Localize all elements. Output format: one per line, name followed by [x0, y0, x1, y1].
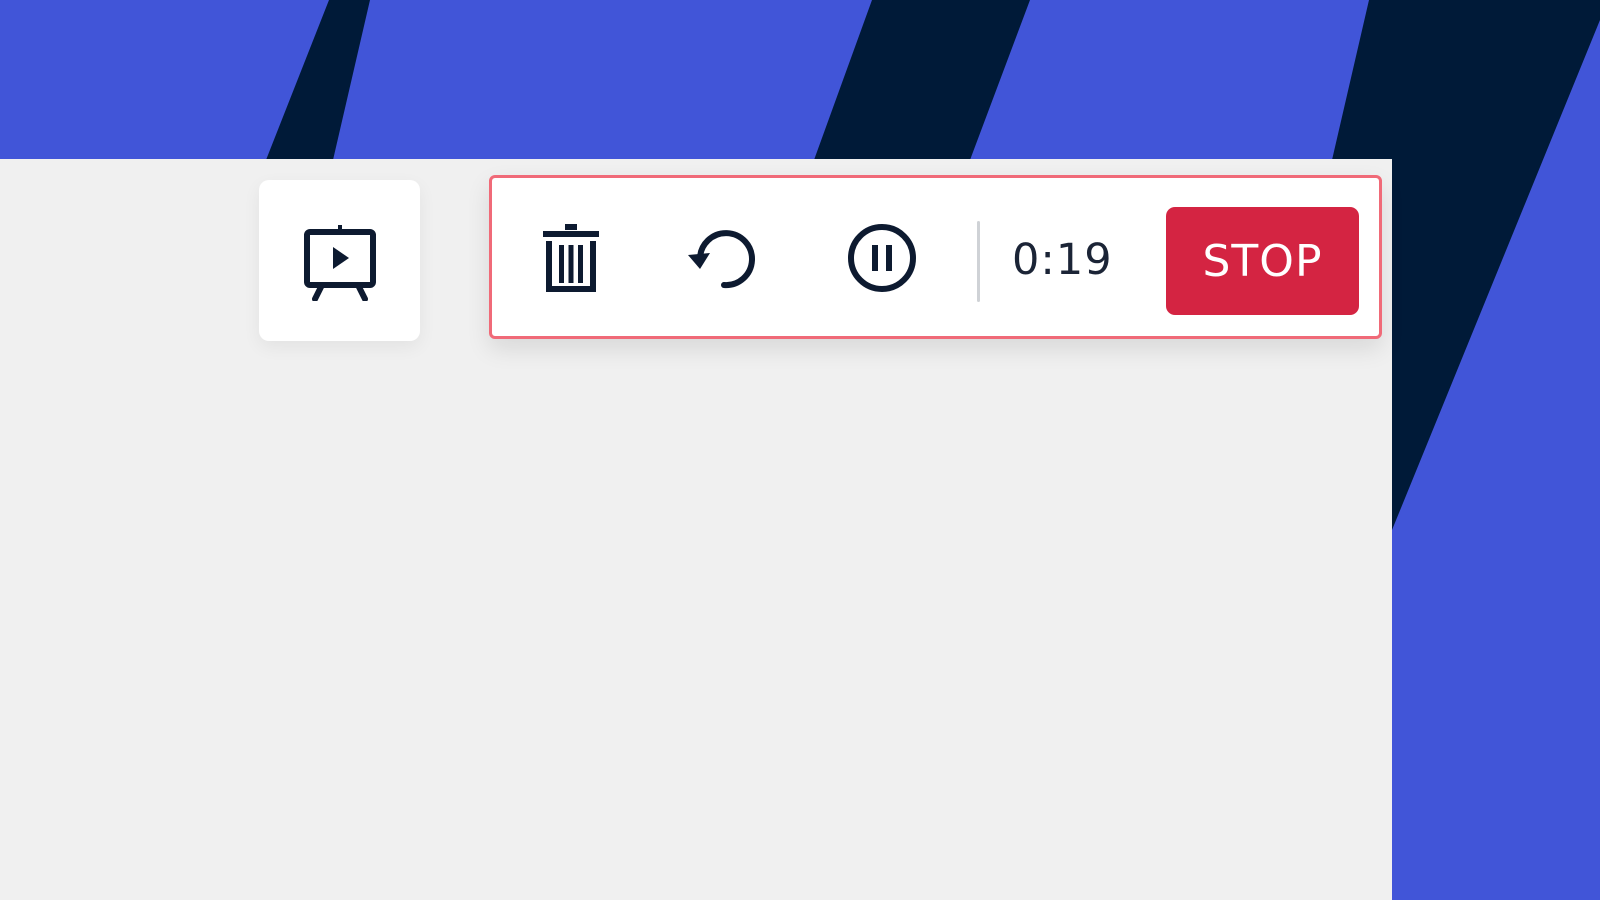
rotate-ccw-icon	[688, 230, 755, 289]
recording-timer: 0:19	[1012, 235, 1113, 285]
stop-recording-button[interactable]: STOP	[1166, 207, 1359, 315]
recording-toolbar: 0:19 STOP	[489, 175, 1382, 339]
screen: 0:19 STOP	[0, 0, 1600, 900]
pause-recording-button[interactable]	[840, 216, 924, 300]
trash-icon	[543, 224, 599, 292]
restart-recording-button[interactable]	[680, 216, 764, 300]
delete-recording-button[interactable]	[529, 216, 613, 300]
pause-circle-icon	[848, 224, 916, 292]
presentation-play-icon	[303, 224, 376, 301]
toolbar-divider	[977, 221, 980, 302]
present-button[interactable]	[259, 180, 420, 341]
